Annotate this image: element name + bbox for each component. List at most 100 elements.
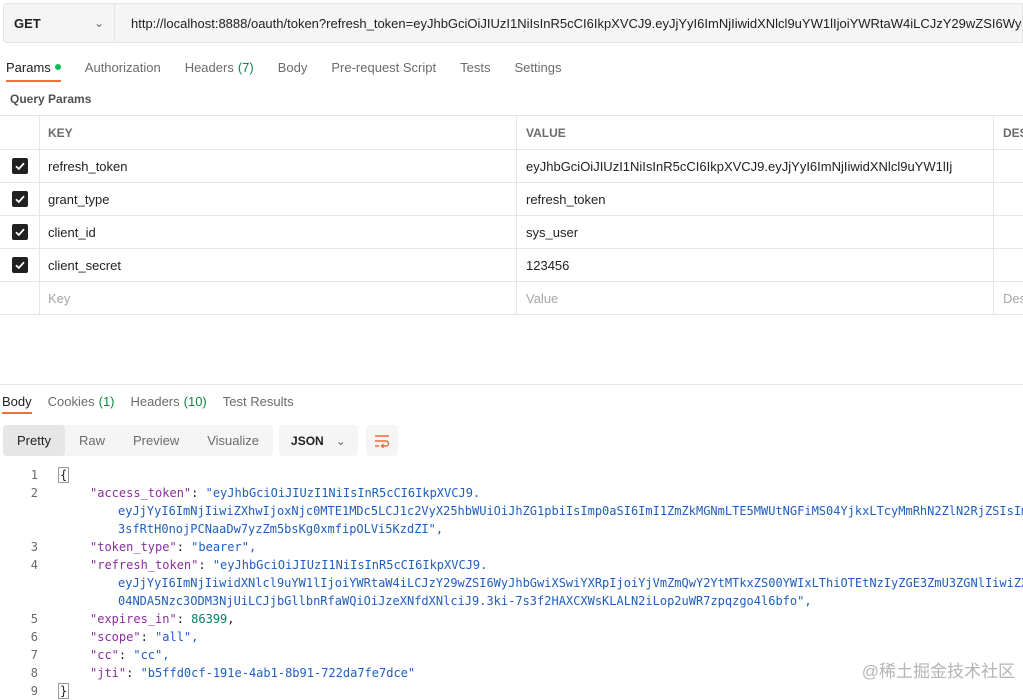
open-brace: { xyxy=(58,467,70,483)
code-line: 3sfRtH0nojPCNaaDw7yzZm5bsKg0xmfipOLVi5Kz… xyxy=(0,520,1023,538)
param-key-input[interactable]: client_secret xyxy=(40,249,517,281)
json-value: "eyJhbGciOiJIUzI1NiIsInR5cCI6IkpXVCJ9. xyxy=(205,486,481,500)
tab-cookies-label: Cookies xyxy=(47,393,95,409)
code-text: "refresh_token": "eyJhbGciOiJIUzI1NiIsIn… xyxy=(90,558,488,572)
line-number: 9 xyxy=(30,684,38,698)
code-text: 04NDA5Nzc3ODM3NjUiLCJjbGllbnRfaWQiOiJzeX… xyxy=(38,592,812,610)
url-input[interactable]: http://localhost:8888/oauth/token?refres… xyxy=(115,3,1023,43)
query-params-table: KEY VALUE DES refresh_token eyJhbGciOiJI… xyxy=(0,115,1023,315)
header-description: DES xyxy=(1003,125,1023,140)
tab-authorization-label: Authorization xyxy=(84,59,161,75)
line-number: 6 xyxy=(30,630,38,644)
close-brace: } xyxy=(58,683,70,699)
row-checkbox-cell xyxy=(0,249,40,281)
tab-cookies-count: (1) xyxy=(98,393,115,409)
table-row: refresh_token eyJhbGciOiJIUzI1NiIsInR5cC… xyxy=(0,150,1023,183)
check-icon xyxy=(14,261,25,270)
tab-response-headers-count: (10) xyxy=(183,393,207,409)
code-text: "expires_in": 86399, xyxy=(90,612,235,626)
param-description-input[interactable] xyxy=(994,216,1023,248)
response-divider xyxy=(0,384,1023,385)
json-value: "all", xyxy=(155,630,199,644)
tab-settings-label: Settings xyxy=(514,59,562,75)
format-select[interactable]: JSON ⌄ xyxy=(279,425,358,456)
tab-params[interactable]: Params xyxy=(6,52,61,82)
tab-tests[interactable]: Tests xyxy=(460,52,490,82)
checkbox-checked[interactable] xyxy=(11,257,28,273)
tab-response-headers[interactable]: Headers (10) xyxy=(131,388,207,414)
code-line: 6 "scope": "all", xyxy=(0,628,1023,646)
checkbox-checked[interactable] xyxy=(11,158,28,174)
table-row: grant_type refresh_token xyxy=(0,183,1023,216)
header-checkbox-cell xyxy=(0,116,40,149)
code-line: 9 } xyxy=(0,682,1023,700)
code-text: eyJjYyI6ImNjIiwiZXhwIjoxNjc0MTE1MDc5LCJ1… xyxy=(38,502,1023,520)
tab-response-body[interactable]: Body xyxy=(2,388,32,414)
code-line: 1 { xyxy=(0,466,1023,484)
code-text: "cc": "cc", xyxy=(90,648,170,662)
param-value-input[interactable]: refresh_token xyxy=(517,183,994,215)
chevron-down-icon: ⌄ xyxy=(93,16,104,30)
params-active-dot-icon xyxy=(54,64,61,70)
line-number: 8 xyxy=(30,666,38,680)
row-checkbox-cell xyxy=(0,150,40,182)
method-select[interactable]: GET ⌄ xyxy=(3,3,115,43)
tab-params-label: Params xyxy=(6,59,51,75)
tab-headers-label: Headers xyxy=(184,59,234,75)
table-row-new: Key Value Des xyxy=(0,282,1023,315)
view-pretty-button[interactable]: Pretty xyxy=(3,425,65,456)
table-row: client_id sys_user xyxy=(0,216,1023,249)
row-checkbox-cell xyxy=(0,282,40,314)
watermark: @稀土掘金技术社区 xyxy=(861,662,1015,681)
param-description-input[interactable] xyxy=(994,249,1023,281)
param-key-input[interactable]: grant_type xyxy=(40,183,517,215)
param-description-input[interactable] xyxy=(994,150,1023,182)
response-tabs: Body Cookies (1) Headers (10) Test Resul… xyxy=(0,388,310,414)
view-raw-button[interactable]: Raw xyxy=(65,425,119,456)
json-value: "bearer", xyxy=(191,540,257,554)
format-label: JSON xyxy=(291,433,324,448)
code-text: 3sfRtH0nojPCNaaDw7yzZm5bsKg0xmfipOLVi5Kz… xyxy=(38,520,443,538)
tab-cookies[interactable]: Cookies (1) xyxy=(48,388,115,414)
code-line: 5 "expires_in": 86399, xyxy=(0,610,1023,628)
code-text: } xyxy=(38,682,70,700)
tab-body[interactable]: Body xyxy=(278,52,308,82)
new-value-input[interactable]: Value xyxy=(517,282,994,314)
tab-body-label: Body xyxy=(277,59,308,75)
table-row: client_secret 123456 xyxy=(0,249,1023,282)
param-description-input[interactable] xyxy=(994,183,1023,215)
json-value: 04NDA5Nzc3ODM3NjUiLCJjbGllbnRfaWQiOiJzeX… xyxy=(118,594,812,608)
json-value: eyJjYyI6ImNjIiwiZXhwIjoxNjc0MTE1MDc5LCJ1… xyxy=(118,504,1023,518)
tab-authorization[interactable]: Authorization xyxy=(85,52,161,82)
tab-pre-request-script[interactable]: Pre-request Script xyxy=(331,52,436,82)
param-value-input[interactable]: eyJhbGciOiJIUzI1NiIsInR5cCI6IkpXVCJ9.eyJ… xyxy=(517,150,994,182)
code-text: { xyxy=(38,466,70,484)
chevron-down-icon: ⌄ xyxy=(335,433,346,448)
code-line: 2 "access_token": "eyJhbGciOiJIUzI1NiIsI… xyxy=(0,484,1023,502)
new-key-input[interactable]: Key xyxy=(40,282,517,314)
check-icon xyxy=(14,228,25,237)
line-number: 2 xyxy=(30,486,38,500)
tab-test-results[interactable]: Test Results xyxy=(223,388,294,414)
json-value: 86399 xyxy=(191,612,228,626)
wrap-lines-button[interactable] xyxy=(365,425,398,456)
view-visualize-button[interactable]: Visualize xyxy=(193,425,273,456)
param-key-input[interactable]: client_id xyxy=(40,216,517,248)
new-description-input[interactable]: Des xyxy=(994,282,1023,314)
view-preview-button[interactable]: Preview xyxy=(119,425,193,456)
row-checkbox-cell xyxy=(0,183,40,215)
request-bar: GET ⌄ http://localhost:8888/oauth/token?… xyxy=(0,0,1023,46)
checkbox-checked[interactable] xyxy=(11,191,28,207)
checkbox-checked[interactable] xyxy=(11,224,28,240)
tab-headers[interactable]: Headers (7) xyxy=(185,52,254,82)
request-tabs: Params Authorization Headers (7) Body Pr… xyxy=(0,52,585,82)
json-key: "jti" xyxy=(90,666,127,680)
param-value-input[interactable]: 123456 xyxy=(517,249,994,281)
tab-settings[interactable]: Settings xyxy=(514,52,561,82)
json-value: eyJjYyI6ImNjIiwidXNlcl9uYW1lIjoiYWRtaW4i… xyxy=(118,576,1023,590)
param-value-input[interactable]: sys_user xyxy=(517,216,994,248)
param-key-input[interactable]: refresh_token xyxy=(40,150,517,182)
line-number: 4 xyxy=(30,558,38,572)
json-value: "cc", xyxy=(133,648,170,662)
tab-test-results-label: Test Results xyxy=(222,393,294,409)
